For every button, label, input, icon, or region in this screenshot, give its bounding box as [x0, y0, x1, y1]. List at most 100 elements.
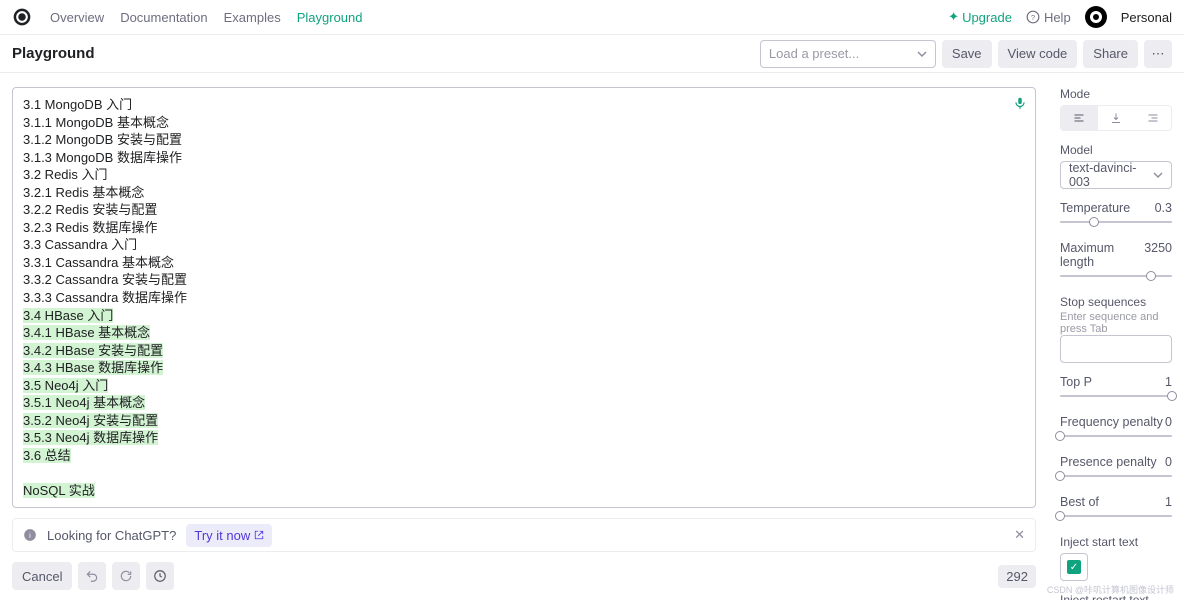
editor-line: 3.1.3 MongoDB 数据库操作	[23, 149, 1025, 167]
upgrade-label: Upgrade	[962, 10, 1012, 25]
chevron-down-icon	[1153, 170, 1163, 180]
editor-line: 3.3 Cassandra 入门	[23, 236, 1025, 254]
svg-text:?: ?	[1031, 13, 1035, 22]
align-right-icon	[1147, 112, 1159, 124]
editor-line: 3.2.3 Redis 数据库操作	[23, 219, 1025, 237]
subheader-actions: Load a preset... Save View code Share ⋯	[760, 40, 1172, 68]
editor-line: 3.5.1 Neo4j 基本概念	[23, 395, 145, 410]
mode-complete-button[interactable]	[1061, 106, 1098, 130]
maxlen-label: Maximum length	[1060, 241, 1144, 269]
mode-toggle	[1060, 105, 1172, 131]
history-button[interactable]	[146, 562, 174, 590]
help-link[interactable]: ? Help	[1026, 10, 1071, 25]
chevron-down-icon	[917, 49, 927, 59]
check-icon: ✓	[1067, 560, 1081, 574]
nav-overview[interactable]: Overview	[50, 10, 104, 25]
editor-section-title: NoSQL 实战	[23, 483, 95, 498]
align-left-icon	[1073, 112, 1085, 124]
cancel-button[interactable]: Cancel	[12, 562, 72, 590]
microphone-icon[interactable]	[1013, 96, 1027, 110]
stop-hint: Enter sequence and press Tab	[1060, 311, 1172, 335]
nav-links: Overview Documentation Examples Playgrou…	[50, 10, 363, 25]
chatgpt-banner: i Looking for ChatGPT? Try it now ✕	[12, 518, 1036, 552]
editor-line: 3.1 MongoDB 入门	[23, 96, 1025, 114]
watermark: CSDN @咔叽计算机图像设计师	[1047, 583, 1174, 596]
regenerate-button[interactable]	[112, 562, 140, 590]
view-code-button[interactable]: View code	[998, 40, 1078, 68]
account-label[interactable]: Personal	[1121, 10, 1172, 25]
stop-label: Stop sequences	[1060, 295, 1172, 309]
editor-line: 3.4.2 HBase 安装与配置	[23, 343, 163, 358]
mode-insert-button[interactable]	[1098, 106, 1135, 130]
inject-start-label: Inject start text	[1060, 535, 1172, 549]
preset-placeholder: Load a preset...	[769, 46, 859, 61]
inject-start-checkbox[interactable]: ✓	[1060, 553, 1088, 581]
external-link-icon	[254, 530, 264, 540]
bolt-icon: ✦	[948, 9, 959, 25]
topp-slider[interactable]	[1060, 389, 1172, 403]
editor-line: 3.4.3 HBase 数据库操作	[23, 360, 163, 375]
upgrade-link[interactable]: ✦ Upgrade	[948, 9, 1012, 25]
mode-edit-button[interactable]	[1134, 106, 1171, 130]
save-button[interactable]: Save	[942, 40, 992, 68]
freq-label: Frequency penalty	[1060, 415, 1163, 429]
top-nav-left: Overview Documentation Examples Playgrou…	[12, 7, 363, 27]
editor-line: 3.3.1 Cassandra 基本概念	[23, 254, 1025, 272]
temperature-slider[interactable]	[1060, 215, 1172, 229]
editor-line: 3.3.2 Cassandra 安装与配置	[23, 271, 1025, 289]
editor-column: 3.1 MongoDB 入门3.1.1 MongoDB 基本概念3.1.2 Mo…	[0, 73, 1048, 600]
nav-documentation[interactable]: Documentation	[120, 10, 207, 25]
main: 3.1 MongoDB 入门3.1.1 MongoDB 基本概念3.1.2 Mo…	[0, 73, 1184, 600]
avatar[interactable]	[1085, 6, 1107, 28]
preset-select[interactable]: Load a preset...	[760, 40, 936, 68]
editor-line: 3.2.1 Redis 基本概念	[23, 184, 1025, 202]
subheader: Playground Load a preset... Save View co…	[0, 35, 1184, 73]
model-select[interactable]: text-davinci-003	[1060, 161, 1172, 189]
editor-line: 3.1.1 MongoDB 基本概念	[23, 114, 1025, 132]
editor-line: 3.4.1 HBase 基本概念	[23, 325, 150, 340]
undo-icon	[85, 569, 99, 583]
token-counter: 292	[998, 565, 1036, 588]
maxlen-slider[interactable]	[1060, 269, 1172, 283]
page-title: Playground	[12, 45, 95, 62]
history-icon	[153, 569, 167, 583]
editor-line: 3.2 Redis 入门	[23, 166, 1025, 184]
pres-slider[interactable]	[1060, 469, 1172, 483]
nav-playground[interactable]: Playground	[297, 10, 363, 25]
more-button[interactable]: ⋯	[1144, 40, 1172, 68]
top-nav: Overview Documentation Examples Playgrou…	[0, 0, 1184, 35]
settings-sidebar: Mode Model text-davinci-003 Temperature0…	[1048, 73, 1184, 600]
undo-button[interactable]	[78, 562, 106, 590]
pres-value: 0	[1165, 455, 1172, 469]
refresh-icon	[119, 569, 133, 583]
download-icon	[1110, 112, 1122, 124]
nav-examples[interactable]: Examples	[224, 10, 281, 25]
editor-line: 3.4 HBase 入门	[23, 308, 113, 323]
openai-logo-icon	[12, 7, 32, 27]
bestof-slider[interactable]	[1060, 509, 1172, 523]
bestof-label: Best of	[1060, 495, 1099, 509]
freq-value: 0	[1165, 415, 1172, 429]
pres-label: Presence penalty	[1060, 455, 1157, 469]
try-it-button[interactable]: Try it now	[186, 524, 272, 547]
ellipsis-icon: ⋯	[1152, 46, 1165, 61]
freq-slider[interactable]	[1060, 429, 1172, 443]
help-label: Help	[1044, 10, 1071, 25]
share-button[interactable]: Share	[1083, 40, 1138, 68]
prompt-editor[interactable]: 3.1 MongoDB 入门3.1.1 MongoDB 基本概念3.1.2 Mo…	[12, 87, 1036, 508]
bottom-bar-left: Cancel	[12, 562, 174, 590]
topp-label: Top P	[1060, 375, 1092, 389]
model-value: text-davinci-003	[1069, 161, 1153, 189]
bestof-value: 1	[1165, 495, 1172, 509]
model-label: Model	[1060, 143, 1172, 157]
editor-line: 3.1.2 MongoDB 安装与配置	[23, 131, 1025, 149]
bottom-bar: Cancel 292	[12, 562, 1036, 590]
info-icon: i	[23, 528, 37, 542]
temperature-value: 0.3	[1155, 201, 1172, 215]
help-icon: ?	[1026, 10, 1040, 24]
stop-input[interactable]	[1060, 335, 1172, 363]
maxlen-value: 3250	[1144, 241, 1172, 269]
close-icon[interactable]: ✕	[1014, 527, 1025, 543]
editor-line: 3.5 Neo4j 入门	[23, 378, 108, 393]
top-nav-right: ✦ Upgrade ? Help Personal	[948, 6, 1172, 28]
